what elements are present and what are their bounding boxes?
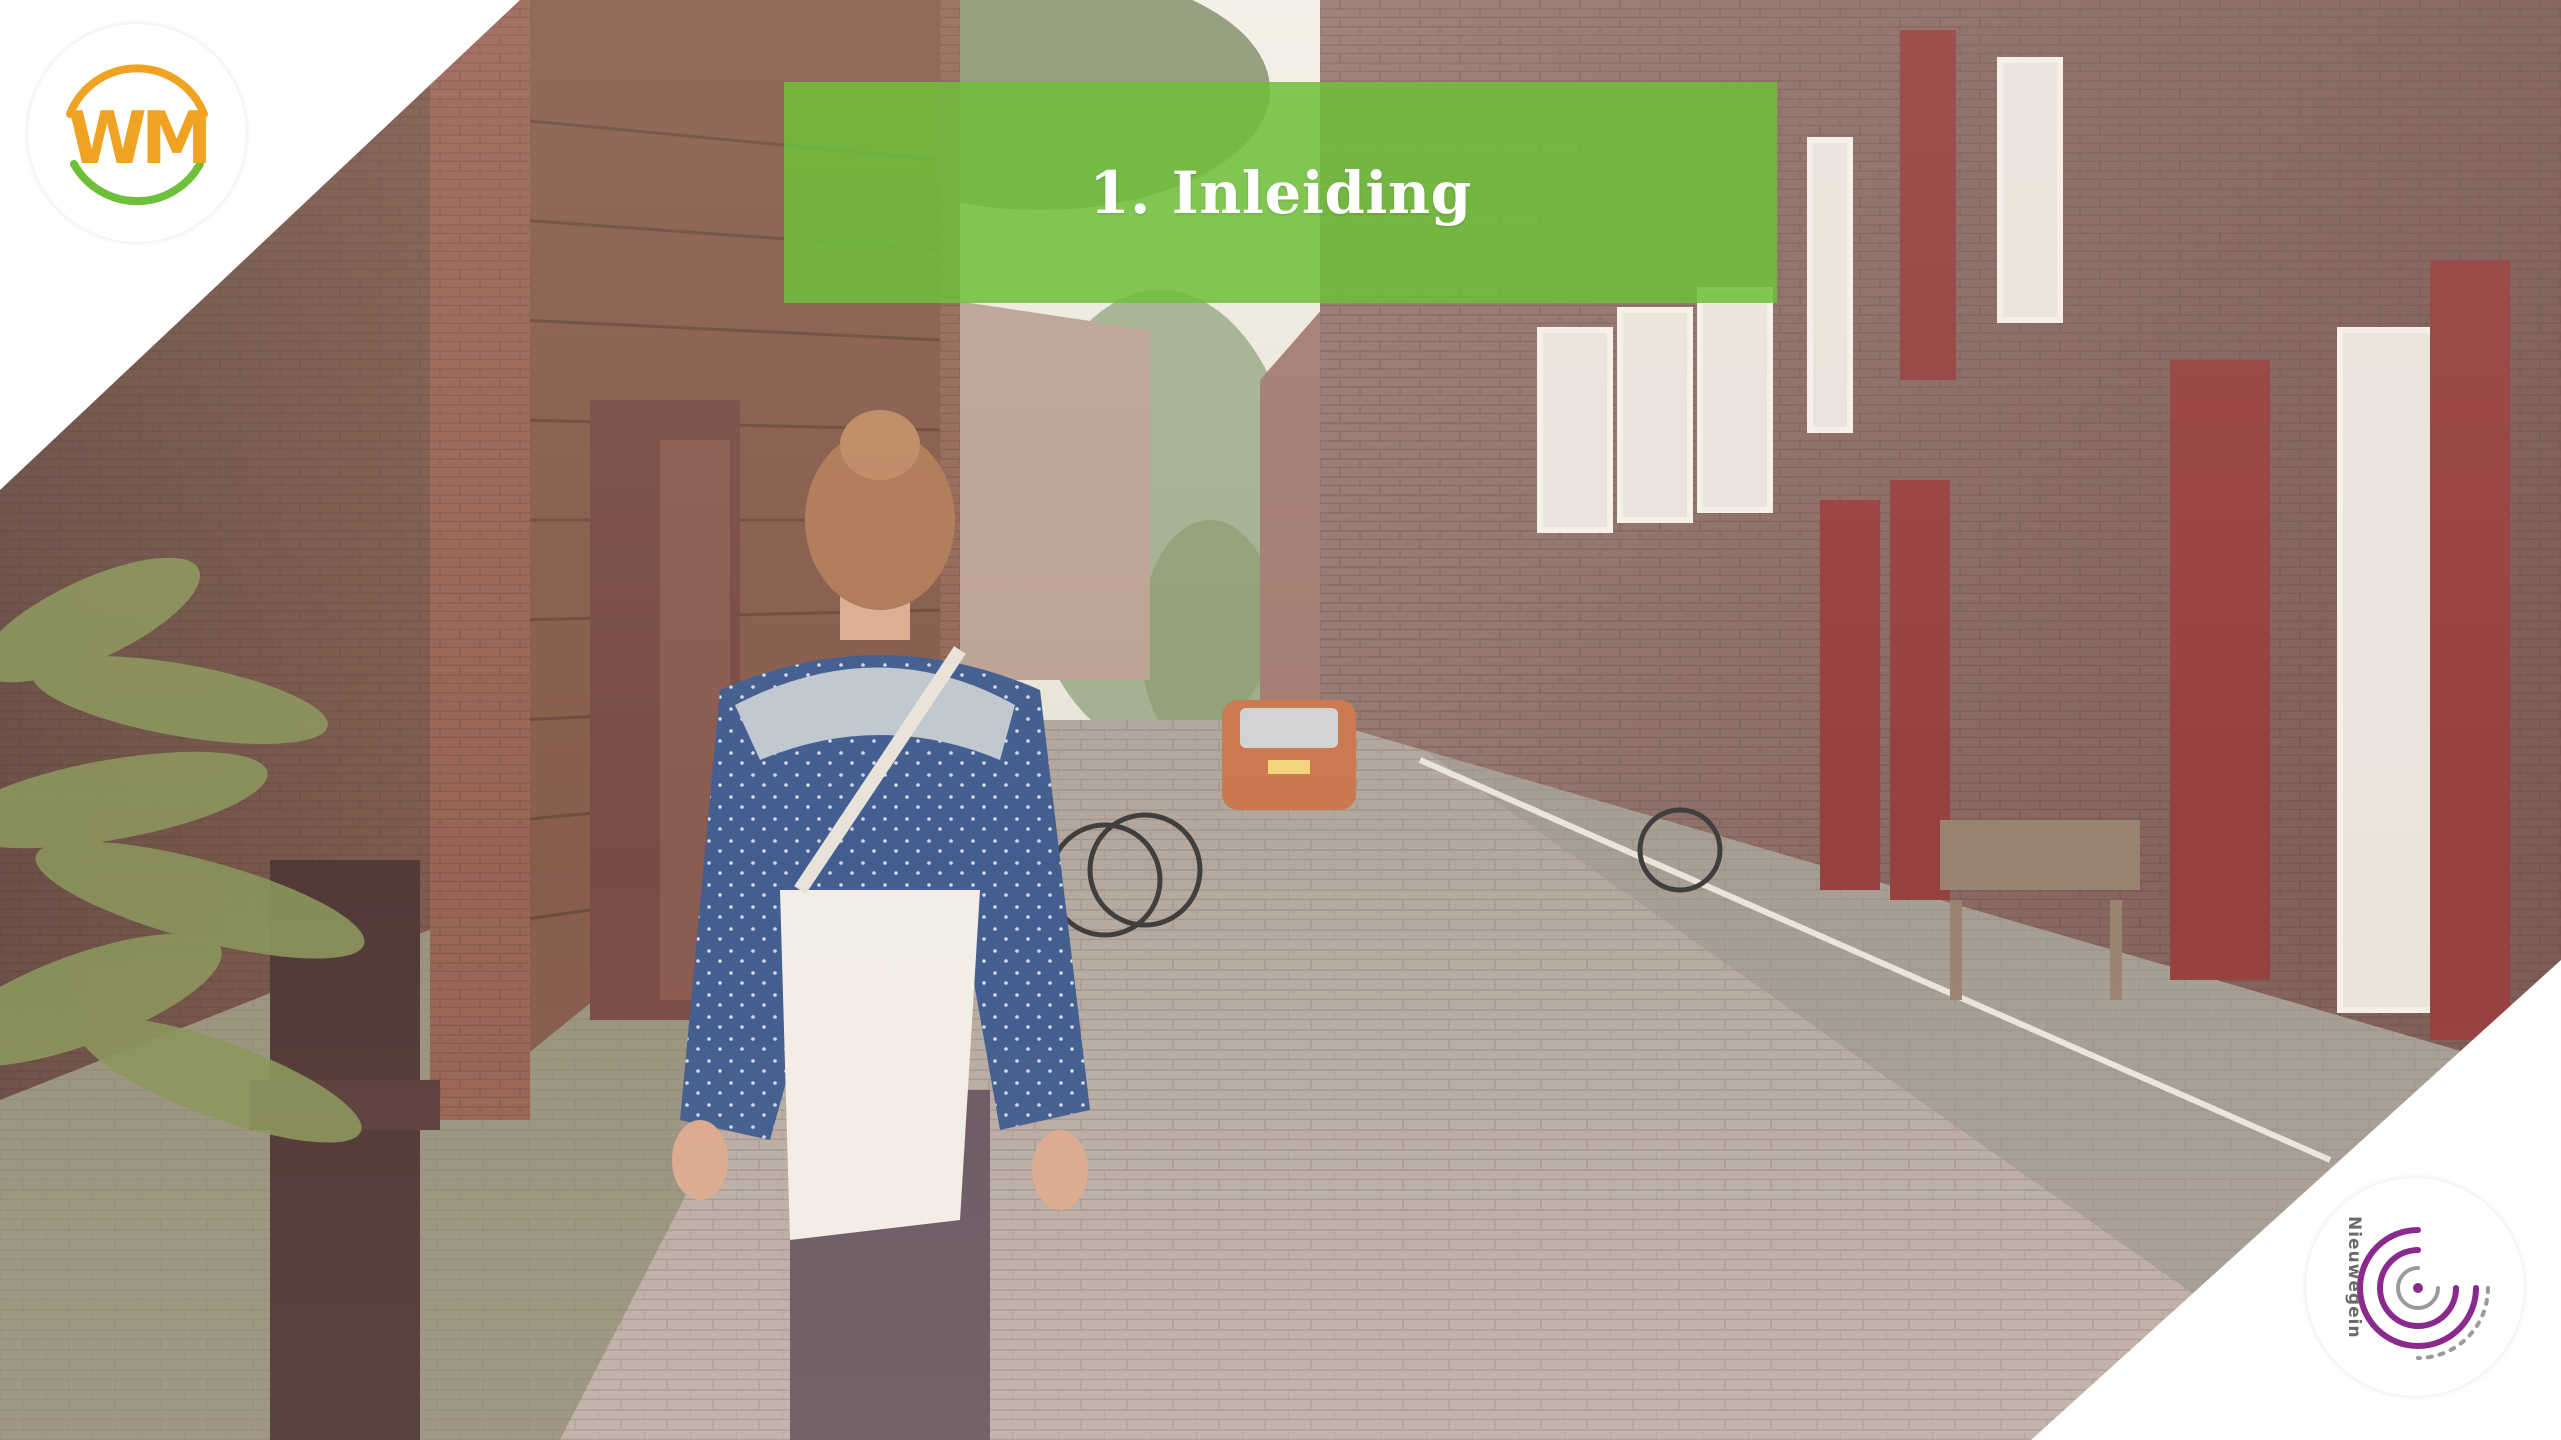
wm-logo-text: WM xyxy=(67,96,212,180)
wm-logo: WM xyxy=(28,24,246,242)
slide: 1. Inleiding WM Nieuwegein xyxy=(0,0,2561,1440)
title-banner: 1. Inleiding xyxy=(784,82,1777,303)
nieuwegein-logo-text: Nieuwegein xyxy=(2344,1216,2364,1339)
slide-title: 1. Inleiding xyxy=(1089,158,1472,227)
nieuwegein-logo: Nieuwegein xyxy=(2306,1178,2524,1396)
